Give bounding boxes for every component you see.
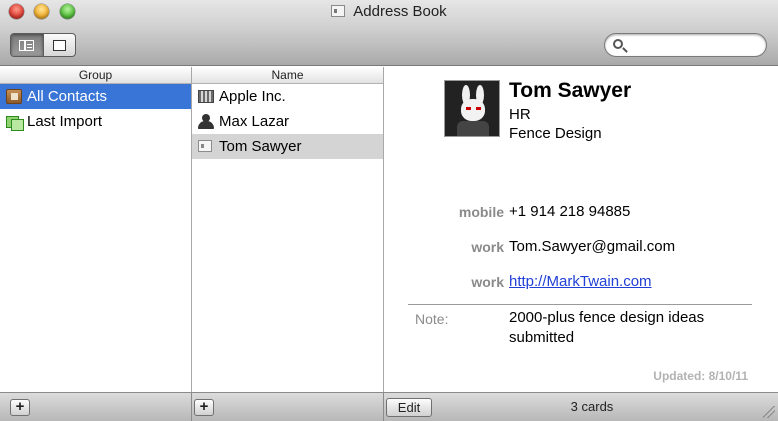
contact-photo[interactable] bbox=[444, 80, 500, 137]
search-icon bbox=[613, 39, 623, 49]
card-view-icon bbox=[52, 39, 66, 51]
field-value-email: Tom.Sawyer@gmail.com bbox=[509, 238, 676, 255]
group-item-label: All Contacts bbox=[27, 88, 108, 105]
contact-item-apple-inc[interactable]: Apple Inc. bbox=[192, 84, 383, 109]
group-column-header: Group bbox=[0, 67, 191, 84]
field-label-email[interactable]: work bbox=[471, 239, 504, 255]
address-book-window: Address Book Group All Contacts Last Imp… bbox=[0, 0, 778, 421]
import-group-icon bbox=[6, 114, 24, 131]
divider bbox=[191, 393, 192, 421]
contact-item-label: Tom Sawyer bbox=[219, 138, 302, 155]
group-column: Group All Contacts Last Import bbox=[0, 67, 192, 392]
note-text: 2000-plus fence design ideas submitted bbox=[509, 309, 705, 346]
contact-card: Tom Sawyer HR Fence Design mobile +1 914… bbox=[385, 67, 778, 392]
field-label-mobile[interactable]: mobile bbox=[459, 204, 504, 220]
field-value-mobile: +1 914 218 94885 bbox=[509, 203, 631, 220]
name-column: Name Apple Inc. Max Lazar Tom Sawyer bbox=[192, 67, 384, 392]
bottom-bar: + + Edit 3 cards bbox=[0, 392, 778, 421]
divider bbox=[408, 304, 752, 305]
card-count: 3 cards bbox=[570, 399, 614, 414]
updated-date: Updated: 8/10/11 bbox=[653, 369, 748, 383]
card-icon bbox=[331, 5, 346, 17]
view-mode-control bbox=[10, 33, 76, 57]
edit-button[interactable]: Edit bbox=[386, 398, 432, 417]
contact-item-label: Apple Inc. bbox=[219, 88, 286, 105]
view-card-only-button[interactable] bbox=[44, 34, 76, 56]
add-contact-button[interactable]: + bbox=[194, 399, 214, 416]
group-item-last-import[interactable]: Last Import bbox=[0, 109, 191, 134]
view-columns-button[interactable] bbox=[11, 34, 44, 56]
rabbit-body-shape bbox=[457, 121, 489, 136]
window-title: Address Book bbox=[353, 3, 447, 20]
contact-item-label: Max Lazar bbox=[219, 113, 290, 130]
group-item-label: Last Import bbox=[27, 113, 103, 130]
field-label-url[interactable]: work bbox=[471, 274, 504, 290]
window-title-bar: Address Book bbox=[0, 3, 778, 20]
card-icon bbox=[198, 140, 212, 152]
person-icon bbox=[198, 114, 214, 129]
title-toolbar: Address Book bbox=[0, 0, 778, 66]
rabbit-eye-shape bbox=[466, 107, 471, 110]
address-book-icon bbox=[6, 89, 22, 104]
resize-grip-icon[interactable] bbox=[763, 406, 775, 418]
contact-company: Fence Design bbox=[509, 125, 602, 142]
note-label: Note: bbox=[415, 311, 449, 327]
name-column-header: Name bbox=[192, 67, 383, 84]
contact-name: Tom Sawyer bbox=[509, 79, 632, 102]
search-input[interactable] bbox=[629, 37, 759, 53]
company-icon bbox=[198, 90, 214, 103]
search-field bbox=[604, 33, 767, 57]
add-group-button[interactable]: + bbox=[10, 399, 30, 416]
group-item-all-contacts[interactable]: All Contacts bbox=[0, 84, 191, 109]
contact-item-max-lazar[interactable]: Max Lazar bbox=[192, 109, 383, 134]
columns-view-icon bbox=[19, 39, 35, 51]
divider bbox=[383, 393, 384, 421]
contact-item-tom-sawyer[interactable]: Tom Sawyer bbox=[192, 134, 383, 159]
field-value-url-link[interactable]: http://MarkTwain.com bbox=[509, 273, 652, 290]
rabbit-head-shape bbox=[461, 99, 485, 121]
contact-department: HR bbox=[509, 106, 531, 123]
rabbit-eye-shape bbox=[476, 107, 481, 110]
